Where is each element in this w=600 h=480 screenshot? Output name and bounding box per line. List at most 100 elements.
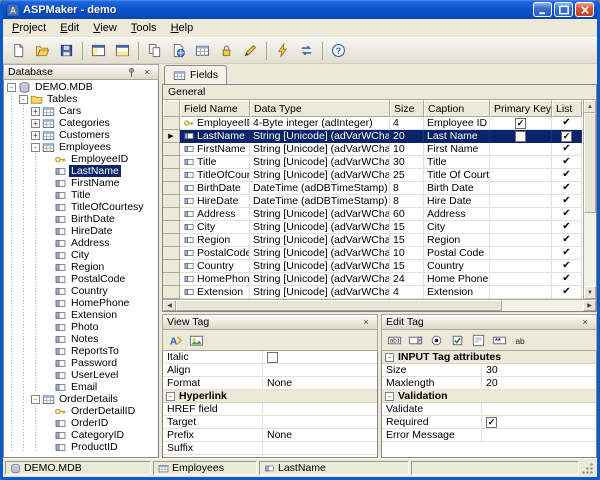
view-tag-row-href-field[interactable]: HREF field (163, 403, 377, 416)
copy-settings-button[interactable] (143, 40, 166, 62)
view-tag-row-italic[interactable]: Italic (163, 351, 377, 364)
column-header-field-name[interactable]: Field Name (180, 100, 250, 117)
minimize-button[interactable] (533, 2, 552, 17)
tools-button[interactable] (239, 40, 262, 62)
collapse-icon[interactable]: - (166, 392, 175, 401)
grid-row-employeeid[interactable]: EmployeeID4-Byte integer (adInteger)4Emp… (163, 117, 583, 130)
tree-item-postalcode[interactable]: PostalCode (4, 273, 158, 285)
tree-item-customers[interactable]: +Customers (4, 129, 158, 141)
tree-item-userlevel[interactable]: UserLevel (4, 369, 158, 381)
tree-item-region[interactable]: Region (4, 261, 158, 273)
tree-item-email[interactable]: Email (4, 381, 158, 393)
help-button[interactable]: ? (327, 40, 350, 62)
column-header-size[interactable]: Size (390, 100, 424, 117)
title-bar[interactable]: A ASPMaker - demo (3, 0, 597, 19)
expander-customers[interactable]: + (31, 131, 40, 140)
tree-item-birthdate[interactable]: BirthDate (4, 213, 158, 225)
column-header-data-type[interactable]: Data Type (250, 100, 390, 117)
html-settings-button[interactable] (167, 40, 190, 62)
tree-item-reportsto[interactable]: ReportsTo (4, 345, 158, 357)
expander-tables[interactable]: - (19, 95, 28, 104)
scroll-down-button[interactable]: ▼ (584, 286, 596, 299)
save-project-button[interactable] (55, 40, 78, 62)
primary-key-checkbox[interactable] (515, 131, 526, 142)
grid-row-region[interactable]: RegionString [Unicode] (adVarWChar)15Reg… (163, 234, 583, 247)
cell-list[interactable]: ✔ (552, 234, 582, 247)
edit-tag-group-validation[interactable]: -Validation (382, 390, 596, 403)
view-tag-row-target[interactable]: Target (163, 416, 377, 429)
property-value[interactable]: 20 (482, 377, 596, 389)
tree-item-orderid[interactable]: OrderID (4, 417, 158, 429)
cell-list[interactable]: ✔ (552, 117, 582, 130)
tree-item-city[interactable]: City (4, 249, 158, 261)
scroll-left-button[interactable]: ◀ (163, 300, 176, 311)
tree-item-orderdetailid[interactable]: OrderDetailID (4, 405, 158, 417)
security-settings-button[interactable] (215, 40, 238, 62)
cell-list[interactable]: ✔ (552, 182, 582, 195)
view-tag-row-format[interactable]: FormatNone (163, 377, 377, 390)
tree-item-firstname[interactable]: FirstName (4, 177, 158, 189)
maximize-button[interactable] (554, 2, 573, 17)
pin-icon[interactable] (124, 66, 138, 79)
grid-row-title[interactable]: TitleString [Unicode] (adVarWChar)30Titl… (163, 156, 583, 169)
grid-row-firstname[interactable]: FirstNameString [Unicode] (adVarWChar)10… (163, 143, 583, 156)
grid-row-hiredate[interactable]: HireDateDateTime (adDBTimeStamp)8Hire Da… (163, 195, 583, 208)
password-button[interactable]: ** (489, 331, 509, 349)
grid-row-country[interactable]: CountryString [Unicode] (adVarWChar)15Co… (163, 260, 583, 273)
scroll-up-button[interactable]: ▲ (584, 100, 596, 113)
menu-view[interactable]: View (86, 20, 124, 36)
row-selector[interactable] (163, 195, 180, 208)
tree-item-title[interactable]: Title (4, 189, 158, 201)
cell-list[interactable]: ✔ (552, 195, 582, 208)
cell-list[interactable]: ✔ (552, 247, 582, 260)
scroll-right-button[interactable]: ▶ (583, 300, 596, 311)
resize-grip[interactable] (581, 461, 595, 475)
tree-item-notes[interactable]: Notes (4, 333, 158, 345)
vertical-scroll-thumb[interactable] (584, 113, 596, 213)
property-value[interactable]: 30 (482, 364, 596, 376)
synchronize-button[interactable] (295, 40, 318, 62)
grid-row-lastname[interactable]: ▶LastNameString [Unicode] (adVarWChar)20… (163, 130, 583, 143)
edit-tag-row-required[interactable]: Required (382, 416, 596, 429)
cell-list[interactable]: ✔ (552, 208, 582, 221)
tree-item-extension[interactable]: Extension (4, 309, 158, 321)
toggle-database-panel-button[interactable] (87, 40, 110, 62)
cell-list[interactable]: ✔ (552, 169, 582, 182)
view-tag-row-align[interactable]: Align (163, 364, 377, 377)
property-value[interactable] (482, 417, 596, 428)
view-image-button[interactable] (186, 331, 206, 349)
expander-cars[interactable]: + (31, 107, 40, 116)
cell-primary-key[interactable] (490, 260, 552, 273)
column-header-list[interactable]: List (552, 100, 582, 117)
textbox-button[interactable]: ab (384, 331, 404, 349)
tree-item-productid[interactable]: ProductID (4, 441, 158, 453)
tree-item-lastname[interactable]: LastName (4, 165, 158, 177)
grid-row-city[interactable]: CityString [Unicode] (adVarWChar)15City✔ (163, 221, 583, 234)
textarea-button[interactable] (468, 331, 488, 349)
view-tag-row-prefix[interactable]: PrefixNone (163, 429, 377, 442)
table-setup-button[interactable] (191, 40, 214, 62)
cell-primary-key[interactable] (490, 156, 552, 169)
cell-primary-key[interactable] (490, 208, 552, 221)
tree-item-photo[interactable]: Photo (4, 321, 158, 333)
horizontal-scroll-track[interactable] (176, 300, 583, 311)
cell-primary-key[interactable] (490, 130, 552, 143)
view-tag-row-suffix[interactable]: Suffix (163, 442, 377, 455)
row-selector[interactable] (163, 273, 180, 286)
row-selector[interactable] (163, 169, 180, 182)
checkbox-button[interactable] (447, 331, 467, 349)
cell-primary-key[interactable] (490, 143, 552, 156)
menu-tools[interactable]: Tools (124, 20, 164, 36)
tab-fields[interactable]: Fields (164, 65, 227, 84)
generate-button[interactable] (271, 40, 294, 62)
cell-list[interactable]: ✔ (552, 260, 582, 273)
tree-item-country[interactable]: Country (4, 285, 158, 297)
list-checkbox[interactable] (561, 131, 572, 142)
close-button[interactable] (575, 2, 594, 17)
menu-project[interactable]: Project (5, 20, 53, 36)
edit-tag-row-validate[interactable]: Validate (382, 403, 596, 416)
row-selector[interactable] (163, 143, 180, 156)
row-selector[interactable] (163, 208, 180, 221)
tree-item-address[interactable]: Address (4, 237, 158, 249)
grid-row-homephone[interactable]: HomePhoneString [Unicode] (adVarWChar)24… (163, 273, 583, 286)
